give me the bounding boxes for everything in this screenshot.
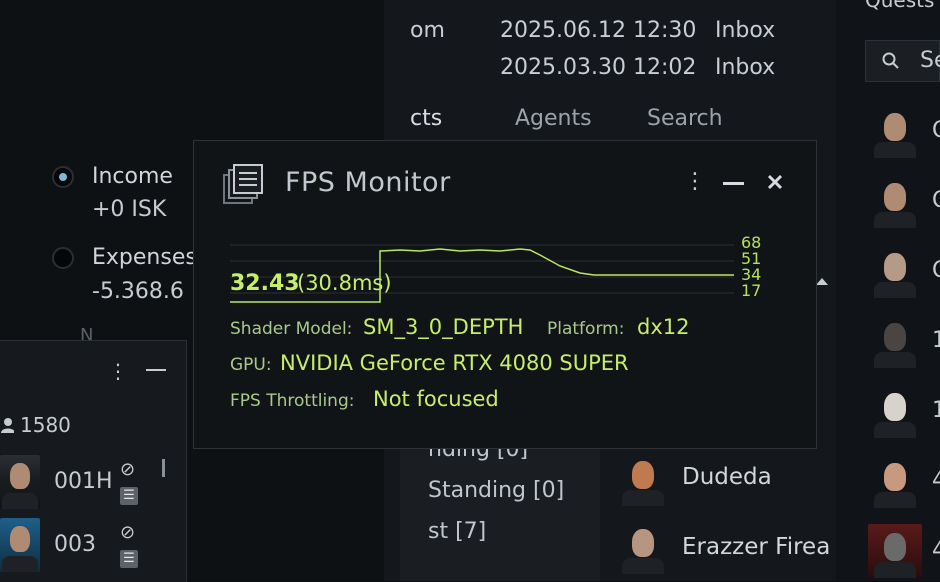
sidebar-search-placeholder: Se bbox=[920, 48, 940, 73]
fps-monitor-icon bbox=[223, 164, 263, 204]
sidebar-portrait-7[interactable] bbox=[868, 524, 922, 578]
sidebar-portrait-1[interactable] bbox=[868, 104, 922, 158]
close-icon[interactable] bbox=[767, 174, 783, 190]
member-name-1[interactable]: 001H bbox=[54, 469, 113, 494]
contact-name-2[interactable]: Erazzer Firea bbox=[682, 534, 830, 560]
minimize-icon[interactable] bbox=[723, 182, 744, 185]
fps-throttling-label: FPS Throttling: bbox=[230, 391, 355, 411]
scroll-up-icon[interactable] bbox=[816, 278, 828, 285]
sidebar-value-6: 4 bbox=[932, 468, 940, 493]
window-title: FPS Monitor bbox=[285, 167, 451, 198]
member-list-window: ⋮ 1580 001H ⊘ ☰ 003 ⊘ ☰ bbox=[0, 340, 187, 582]
tab-search[interactable]: Search bbox=[647, 106, 723, 131]
expenses-label: Expenses bbox=[92, 245, 197, 270]
mail-row-1-folder[interactable]: Inbox bbox=[715, 18, 775, 43]
member-portrait-1[interactable] bbox=[0, 455, 40, 509]
scrollbar-thumb[interactable] bbox=[162, 459, 165, 477]
income-label: Income bbox=[92, 164, 173, 189]
block-icon[interactable]: ⊘ bbox=[120, 522, 135, 543]
sidebar-value-4: 1 bbox=[932, 328, 940, 353]
shader-model-label: Shader Model: bbox=[230, 319, 353, 339]
sidebar-value-3: Q bbox=[932, 258, 940, 283]
mail-row-2-date[interactable]: 2025.03.30 12:02 bbox=[500, 55, 696, 80]
more-options-icon[interactable]: ⋮ bbox=[108, 359, 128, 383]
sidebar-value-1: Q bbox=[932, 118, 940, 143]
sidebar-value-7: 4 bbox=[932, 538, 940, 563]
member-count: 1580 bbox=[20, 413, 71, 437]
menu-icon[interactable]: ☰ bbox=[120, 550, 138, 568]
sidebar-portrait-3[interactable] bbox=[868, 244, 922, 298]
mail-row-2-folder[interactable]: Inbox bbox=[715, 55, 775, 80]
fps-value: 32.43 bbox=[230, 271, 300, 296]
contact-group-3[interactable]: st [7] bbox=[428, 519, 486, 544]
sidebar-portrait-4[interactable] bbox=[868, 314, 922, 368]
frame-time: (30.8ms) bbox=[297, 271, 392, 295]
contact-name-1[interactable]: Dudeda bbox=[682, 464, 772, 490]
mail-row-1-from[interactable]: om bbox=[410, 18, 445, 43]
member-portrait-2[interactable] bbox=[0, 518, 40, 572]
contact-group-2[interactable]: Standing [0] bbox=[428, 478, 564, 503]
sidebar-search-input[interactable]: Se bbox=[865, 40, 940, 82]
sidebar-portrait-5[interactable] bbox=[868, 384, 922, 438]
sidebar-portrait-2[interactable] bbox=[868, 174, 922, 228]
sidebar-title: Quests bbox=[865, 0, 935, 12]
more-options-icon[interactable]: ⋮ bbox=[684, 169, 706, 194]
platform-label: Platform: bbox=[547, 319, 625, 339]
contact-portrait-2[interactable] bbox=[616, 520, 670, 574]
gpu-label: GPU: bbox=[230, 355, 272, 375]
sidebar-value-5: 1 bbox=[932, 398, 940, 423]
tab-contacts[interactable]: cts bbox=[410, 106, 442, 131]
tab-agents[interactable]: Agents bbox=[515, 106, 592, 131]
block-icon[interactable]: ⊘ bbox=[120, 459, 135, 480]
expenses-radio[interactable] bbox=[52, 247, 74, 269]
member-count-icon bbox=[0, 417, 15, 433]
contact-portrait-1[interactable] bbox=[616, 452, 670, 506]
income-radio[interactable] bbox=[52, 166, 74, 188]
menu-icon[interactable]: ☰ bbox=[120, 487, 138, 505]
axis-tick-17: 17 bbox=[741, 281, 762, 300]
expenses-value: -5.368.6 bbox=[92, 279, 184, 304]
search-icon bbox=[882, 52, 899, 69]
shader-model-value: SM_3_0_DEPTH bbox=[363, 315, 524, 339]
income-value: +0 ISK bbox=[92, 197, 167, 222]
member-name-2[interactable]: 003 bbox=[54, 532, 96, 557]
gpu-value: NVIDIA GeForce RTX 4080 SUPER bbox=[280, 351, 629, 375]
platform-value: dx12 bbox=[637, 315, 690, 339]
fps-monitor-window: FPS Monitor ⋮ 68 51 34 17 32.43 (30.8ms)… bbox=[193, 140, 817, 449]
fps-throttling-value: Not focused bbox=[373, 387, 499, 411]
sidebar-value-2: Q bbox=[932, 188, 940, 213]
minimize-icon[interactable] bbox=[146, 369, 166, 371]
sidebar-portrait-6[interactable] bbox=[868, 454, 922, 508]
mail-row-1-date[interactable]: 2025.06.12 12:30 bbox=[500, 18, 696, 43]
